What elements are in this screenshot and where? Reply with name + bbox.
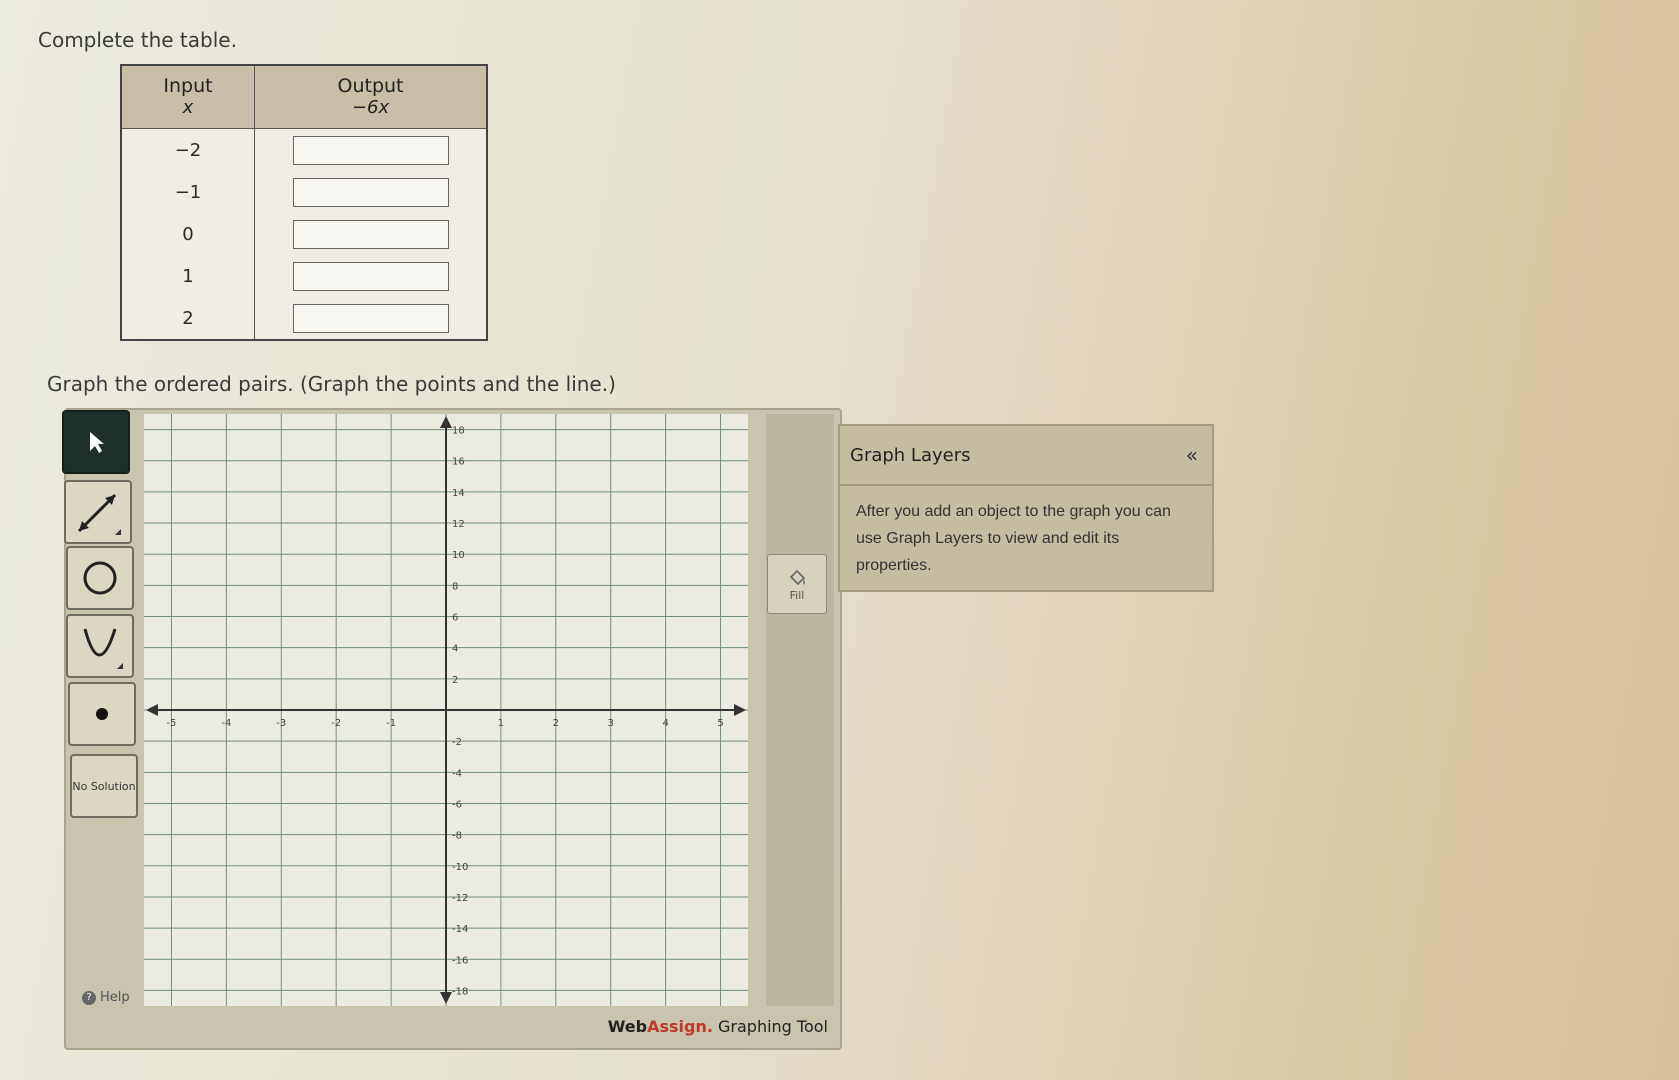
table-row: −1 (121, 171, 488, 213)
coordinate-grid[interactable]: -5 -4 -3 -2 -1 1 2 3 4 518161412108642-2-4-6-8-10… (144, 414, 748, 1006)
brand-graphing-tool: Graphing Tool (712, 1017, 828, 1036)
output-cell (254, 297, 488, 340)
graph-canvas[interactable]: -5 -4 -3 -2 -1 1 2 3 4 5 18 16 14 12 10 8 6 4 2 -2 -4 -6 -8 -10… (144, 414, 748, 1006)
arrow-cursor-icon (90, 432, 104, 453)
graph-layers-panel: Graph Layers « After you add an object t… (838, 424, 1214, 592)
x-tick-label: 1 (498, 718, 504, 729)
circle-tool-button[interactable] (66, 546, 134, 610)
output-cell (254, 171, 488, 213)
table-row: 0 (121, 213, 488, 255)
y-tick-label: 16 (452, 457, 465, 468)
output-header-expression: −6x (351, 97, 390, 118)
fill-button[interactable]: Fill (767, 554, 827, 614)
y-tick-label: -16 (452, 955, 468, 966)
x-tick-label: -2 (331, 718, 341, 729)
table-row: 1 (121, 255, 488, 297)
no-solution-label: No Solution (72, 779, 136, 793)
side-strip (766, 414, 834, 1006)
line-segment-icon (77, 493, 121, 535)
y-tick-label: -4 (452, 768, 462, 779)
fill-label: Fill (789, 588, 805, 602)
y-tick-label: 18 (452, 426, 465, 437)
paint-bucket-icon (789, 569, 806, 585)
x-axis-arrow-left (146, 704, 158, 716)
output-answer-field[interactable] (292, 219, 449, 249)
y-axis-arrow-up (440, 416, 452, 428)
x-axis-arrow-right (734, 704, 746, 716)
circle-icon (83, 561, 117, 595)
y-tick-label: -14 (452, 924, 468, 935)
output-header: Output −6x (254, 64, 488, 129)
output-cell (254, 255, 488, 297)
output-cell (254, 128, 488, 171)
y-tick-label: -8 (452, 831, 462, 842)
dot-icon (96, 708, 108, 720)
graphing-tool: No Solution ? Help -5 -4 -3 -2 -1 1 2 3 4 5 18 16 14… (62, 408, 842, 1050)
y-tick-label: 10 (452, 550, 465, 561)
y-axis-arrow-down (440, 992, 452, 1004)
y-tick-label: 8 (452, 581, 458, 592)
output-header-title: Output (337, 75, 404, 97)
no-solution-button[interactable]: No Solution (70, 754, 138, 818)
y-tick-label: -6 (452, 799, 462, 810)
table-prompt: Complete the table. (38, 28, 237, 52)
x-tick-label: -3 (276, 718, 286, 729)
brand-assign: Assign. (647, 1017, 713, 1036)
help-icon: ? (82, 990, 96, 1005)
collapse-icon[interactable]: « (1186, 443, 1198, 467)
input-header: Input x (120, 64, 255, 129)
x-tick-label: -4 (221, 718, 231, 729)
input-cell: −1 (121, 171, 255, 213)
graph-prompt: Graph the ordered pairs. (Graph the poin… (47, 372, 616, 396)
line-tool-button[interactable] (64, 480, 132, 544)
table-row: 2 (121, 297, 488, 340)
input-header-variable: x (182, 97, 194, 118)
graph-layers-title: Graph Layers (850, 444, 971, 466)
x-tick-label: -5 (166, 718, 176, 729)
x-tick-label: 5 (717, 718, 723, 729)
table-row: −2 (121, 128, 488, 171)
x-tick-label: 2 (553, 718, 559, 729)
brand-web: Web (607, 1017, 648, 1036)
y-tick-label: 12 (452, 519, 465, 530)
y-tick-label: -2 (452, 737, 462, 748)
input-output-table: Input x Output −6x −2 −1 0 1 2 (120, 64, 488, 341)
y-tick-label: -10 (452, 862, 468, 873)
help-label: Help (100, 990, 130, 1005)
input-header-title: Input (163, 75, 213, 97)
input-cell: 0 (121, 213, 255, 255)
output-answer-field[interactable] (292, 177, 449, 207)
input-cell: −2 (121, 128, 255, 171)
y-tick-label: 6 (452, 613, 458, 624)
help-link[interactable]: ? Help (82, 990, 130, 1005)
parabola-icon (83, 628, 123, 669)
output-cell (254, 213, 488, 255)
point-tool-button[interactable] (68, 682, 136, 746)
x-tick-label: 3 (608, 718, 614, 729)
x-tick-label: 4 (662, 718, 668, 729)
input-cell: 1 (121, 255, 255, 297)
webassign-brand: WebAssign. Graphing Tool (608, 1017, 828, 1036)
output-answer-field[interactable] (292, 303, 449, 333)
graph-layers-header: Graph Layers « (840, 426, 1212, 486)
pointer-tool-button[interactable] (62, 410, 130, 474)
parabola-tool-button[interactable] (66, 614, 134, 678)
y-tick-label: -12 (452, 893, 468, 904)
input-cell: 2 (121, 297, 255, 340)
output-answer-field[interactable] (292, 261, 449, 291)
output-answer-field[interactable] (292, 135, 449, 165)
y-tick-label: 14 (452, 488, 465, 499)
y-tick-label: 2 (452, 675, 458, 686)
x-tick-label: -1 (386, 718, 396, 729)
graph-layers-description: After you add an object to the graph you… (856, 503, 1171, 574)
y-tick-label: -18 (452, 986, 468, 997)
y-tick-label: 4 (452, 644, 458, 655)
